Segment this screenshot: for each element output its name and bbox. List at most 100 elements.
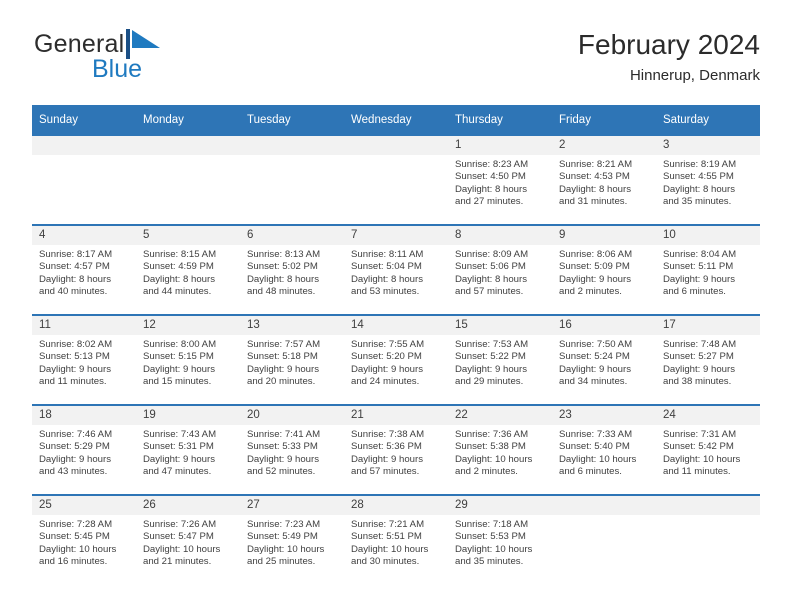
daylight-minutes: and 44 minutes. bbox=[143, 286, 212, 298]
sunrise-time: Sunrise: 7:55 AM bbox=[351, 339, 425, 350]
day-sun-info: Sunrise: 8:17 AM Sunset: 4:57 PM Daylight:… bbox=[32, 245, 136, 299]
calendar-day-cell[interactable]: 5 Sunrise: 8:15 AM Sunset: 4:59 PM Daylight… bbox=[136, 224, 240, 315]
day-number: 8 bbox=[448, 226, 552, 245]
calendar-day-cell[interactable]: 27 Sunrise: 7:23 AM Sunset: 5:49 PM Dayligh… bbox=[240, 494, 344, 584]
calendar-day-cell[interactable]: 2 Sunrise: 8:21 AM Sunset: 4:53 PM Daylight… bbox=[552, 134, 656, 225]
calendar-day-cell[interactable]: 25 Sunrise: 7:28 AM Sunset: 5:45 PM Dayligh… bbox=[32, 494, 136, 584]
title-block: February 2024 Hinnerup, Denmark bbox=[578, 28, 760, 87]
day-number: 1 bbox=[448, 136, 552, 155]
calendar-day-cell[interactable]: 22 Sunrise: 7:36 AM Sunset: 5:38 PM Dayligh… bbox=[448, 404, 552, 495]
calendar-day-cell[interactable]: 24 Sunrise: 7:31 AM Sunset: 5:42 PM Dayligh… bbox=[656, 404, 760, 495]
calendar-day-cell-empty bbox=[136, 134, 240, 225]
calendar-day-cell[interactable]: 19 Sunrise: 7:43 AM Sunset: 5:31 PM Dayligh… bbox=[136, 404, 240, 495]
sunset-time: Sunset: 5:06 PM bbox=[455, 261, 526, 273]
daylight-minutes: and 57 minutes. bbox=[455, 286, 524, 298]
calendar-day-cell[interactable]: 7 Sunrise: 8:11 AM Sunset: 5:04 PM Daylight… bbox=[344, 224, 448, 315]
weekday-header-thursday: Thursday bbox=[448, 105, 552, 135]
day-sun-info: Sunrise: 8:15 AM Sunset: 4:59 PM Daylight:… bbox=[136, 245, 240, 299]
sunrise-time: Sunrise: 7:36 AM bbox=[455, 429, 529, 440]
calendar-day-cell[interactable]: 17 Sunrise: 7:48 AM Sunset: 5:27 PM Dayligh… bbox=[656, 314, 760, 405]
calendar-day-cell[interactable]: 1 Sunrise: 8:23 AM Sunset: 4:50 PM Daylight… bbox=[448, 134, 552, 225]
daylight-hours: Daylight: 8 hours bbox=[39, 273, 111, 285]
brand-logo[interactable]: General Blue bbox=[32, 28, 232, 86]
daylight-minutes: and 48 minutes. bbox=[247, 286, 316, 298]
calendar-day-cell[interactable]: 10 Sunrise: 8:04 AM Sunset: 5:11 PM Dayligh… bbox=[656, 224, 760, 315]
day-sun-info: Sunrise: 7:21 AM Sunset: 5:51 PM Daylight:… bbox=[344, 515, 448, 569]
daylight-hours: Daylight: 8 hours bbox=[351, 273, 423, 285]
daylight-hours: Daylight: 9 hours bbox=[559, 273, 631, 285]
sunrise-time: Sunrise: 7:31 AM bbox=[663, 429, 737, 440]
sunset-time: Sunset: 5:51 PM bbox=[351, 531, 422, 543]
calendar-day-cell[interactable]: 16 Sunrise: 7:50 AM Sunset: 5:24 PM Dayligh… bbox=[552, 314, 656, 405]
calendar-day-cell-empty bbox=[240, 134, 344, 225]
sunrise-time: Sunrise: 7:28 AM bbox=[39, 519, 113, 530]
sunrise-time: Sunrise: 7:33 AM bbox=[559, 429, 633, 440]
calendar-day-cell[interactable]: 14 Sunrise: 7:55 AM Sunset: 5:20 PM Dayligh… bbox=[344, 314, 448, 405]
sunset-time: Sunset: 4:59 PM bbox=[143, 261, 214, 273]
sunset-time: Sunset: 5:31 PM bbox=[143, 441, 214, 453]
sunset-time: Sunset: 5:29 PM bbox=[39, 441, 110, 453]
weekday-header-wednesday: Wednesday bbox=[344, 105, 448, 135]
calendar-day-cell[interactable]: 15 Sunrise: 7:53 AM Sunset: 5:22 PM Dayligh… bbox=[448, 314, 552, 405]
day-sun-info: Sunrise: 7:55 AM Sunset: 5:20 PM Daylight:… bbox=[344, 335, 448, 389]
calendar-day-cell[interactable]: 23 Sunrise: 7:33 AM Sunset: 5:40 PM Dayligh… bbox=[552, 404, 656, 495]
daylight-hours: Daylight: 8 hours bbox=[455, 273, 527, 285]
sunset-time: Sunset: 4:55 PM bbox=[663, 171, 734, 183]
day-number bbox=[240, 136, 344, 155]
calendar-day-cell[interactable]: 8 Sunrise: 8:09 AM Sunset: 5:06 PM Daylight… bbox=[448, 224, 552, 315]
daylight-hours: Daylight: 9 hours bbox=[247, 363, 319, 375]
calendar-day-cell[interactable]: 6 Sunrise: 8:13 AM Sunset: 5:02 PM Daylight… bbox=[240, 224, 344, 315]
sunset-time: Sunset: 5:13 PM bbox=[39, 351, 110, 363]
calendar-day-cell[interactable]: 28 Sunrise: 7:21 AM Sunset: 5:51 PM Dayligh… bbox=[344, 494, 448, 584]
calendar-day-cell[interactable]: 21 Sunrise: 7:38 AM Sunset: 5:36 PM Dayligh… bbox=[344, 404, 448, 495]
calendar-day-cell[interactable]: 4 Sunrise: 8:17 AM Sunset: 4:57 PM Daylight… bbox=[32, 224, 136, 315]
sunrise-time: Sunrise: 8:04 AM bbox=[663, 249, 737, 260]
calendar-page: General Blue February 2024 Hinnerup, Den… bbox=[0, 0, 792, 612]
daylight-hours: Daylight: 9 hours bbox=[39, 363, 111, 375]
day-number: 24 bbox=[656, 406, 760, 425]
daylight-hours: Daylight: 8 hours bbox=[663, 183, 735, 195]
day-sun-info: Sunrise: 7:18 AM Sunset: 5:53 PM Daylight:… bbox=[448, 515, 552, 569]
sunset-time: Sunset: 4:57 PM bbox=[39, 261, 110, 273]
calendar-day-cell[interactable]: 26 Sunrise: 7:26 AM Sunset: 5:47 PM Dayligh… bbox=[136, 494, 240, 584]
sunrise-time: Sunrise: 8:11 AM bbox=[351, 249, 424, 260]
weekday-header-saturday: Saturday bbox=[656, 105, 760, 135]
calendar-day-cell-empty bbox=[552, 494, 656, 584]
calendar-day-cell[interactable]: 29 Sunrise: 7:18 AM Sunset: 5:53 PM Dayligh… bbox=[448, 494, 552, 584]
calendar-week-row: 1 Sunrise: 8:23 AM Sunset: 4:50 PM Daylight… bbox=[32, 134, 760, 225]
daylight-minutes: and 21 minutes. bbox=[143, 556, 212, 568]
day-sun-info: Sunrise: 7:53 AM Sunset: 5:22 PM Daylight:… bbox=[448, 335, 552, 389]
day-number: 7 bbox=[344, 226, 448, 245]
day-sun-info: Sunrise: 8:11 AM Sunset: 5:04 PM Daylight:… bbox=[344, 245, 448, 299]
sunset-time: Sunset: 5:45 PM bbox=[39, 531, 110, 543]
sunrise-time: Sunrise: 7:57 AM bbox=[247, 339, 321, 350]
weekday-header-row: Sunday Monday Tuesday Wednesday Thursday Frid… bbox=[32, 105, 760, 135]
calendar-day-cell-empty bbox=[656, 494, 760, 584]
calendar-day-cell[interactable]: 3 Sunrise: 8:19 AM Sunset: 4:55 PM Daylight… bbox=[656, 134, 760, 225]
daylight-minutes: and 35 minutes. bbox=[455, 556, 524, 568]
day-number: 19 bbox=[136, 406, 240, 425]
daylight-hours: Daylight: 9 hours bbox=[351, 453, 423, 465]
daylight-hours: Daylight: 10 hours bbox=[455, 453, 533, 465]
day-number bbox=[656, 496, 760, 515]
sunset-time: Sunset: 5:24 PM bbox=[559, 351, 630, 363]
calendar-day-cell[interactable]: 9 Sunrise: 8:06 AM Sunset: 5:09 PM Daylight… bbox=[552, 224, 656, 315]
calendar-day-cell[interactable]: 18 Sunrise: 7:46 AM Sunset: 5:29 PM Dayligh… bbox=[32, 404, 136, 495]
daylight-hours: Daylight: 9 hours bbox=[143, 363, 215, 375]
day-number bbox=[344, 136, 448, 155]
day-number: 15 bbox=[448, 316, 552, 335]
calendar-day-cell[interactable]: 12 Sunrise: 8:00 AM Sunset: 5:15 PM Dayligh… bbox=[136, 314, 240, 405]
daylight-hours: Daylight: 10 hours bbox=[351, 543, 429, 555]
day-number: 11 bbox=[32, 316, 136, 335]
calendar-body: 1 Sunrise: 8:23 AM Sunset: 4:50 PM Daylight… bbox=[32, 134, 760, 584]
sunrise-time: Sunrise: 7:48 AM bbox=[663, 339, 737, 350]
day-number: 4 bbox=[32, 226, 136, 245]
calendar-day-cell[interactable]: 20 Sunrise: 7:41 AM Sunset: 5:33 PM Dayligh… bbox=[240, 404, 344, 495]
day-sun-info: Sunrise: 7:41 AM Sunset: 5:33 PM Daylight:… bbox=[240, 425, 344, 479]
calendar-day-cell[interactable]: 13 Sunrise: 7:57 AM Sunset: 5:18 PM Dayligh… bbox=[240, 314, 344, 405]
daylight-hours: Daylight: 10 hours bbox=[247, 543, 325, 555]
day-sun-info: Sunrise: 7:31 AM Sunset: 5:42 PM Daylight:… bbox=[656, 425, 760, 479]
sunrise-time: Sunrise: 7:18 AM bbox=[455, 519, 529, 530]
sunset-time: Sunset: 4:50 PM bbox=[455, 171, 526, 183]
calendar-day-cell[interactable]: 11 Sunrise: 8:02 AM Sunset: 5:13 PM Dayligh… bbox=[32, 314, 136, 405]
